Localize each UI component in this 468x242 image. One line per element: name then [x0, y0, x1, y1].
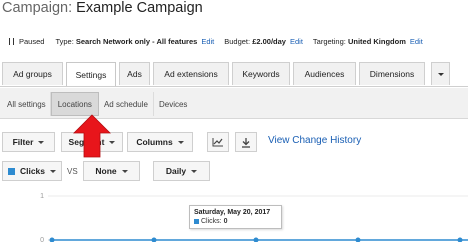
chevron-down-icon: [121, 169, 128, 173]
compare-label: None: [95, 166, 117, 176]
chevron-down-icon: [38, 140, 45, 144]
tooltip-date: Saturday, May 20, 2017: [194, 209, 271, 216]
filter-button[interactable]: Filter: [2, 132, 55, 152]
page-title: Campaign: Example Campaign: [2, 0, 203, 17]
subtab-locations[interactable]: Locations: [50, 92, 99, 116]
subtab-ad-schedule[interactable]: Ad schedule: [99, 92, 154, 116]
tab-audiences[interactable]: Audiences: [293, 62, 356, 85]
subtab-devices[interactable]: Devices: [154, 92, 192, 116]
y-tick-label-min: 0: [40, 237, 44, 242]
chart-toggle-button[interactable]: [207, 132, 229, 152]
data-point[interactable]: [253, 237, 259, 242]
campaign-label: Campaign:: [2, 0, 73, 16]
campaign-info-row: Paused Type: Search Network only - All f…: [9, 35, 423, 47]
data-point[interactable]: [457, 237, 463, 242]
metric-select[interactable]: Clicks: [2, 161, 62, 181]
series-clicks: [49, 237, 468, 242]
tab-dimensions[interactable]: Dimensions: [359, 62, 425, 85]
type-value: Search Network only - All features: [75, 36, 198, 46]
tooltip-metric-label: Clicks:: [201, 218, 222, 225]
download-icon: [242, 137, 250, 148]
pause-icon: [9, 37, 14, 45]
vs-label: VS: [67, 167, 78, 176]
tabs-divider: [0, 86, 468, 87]
metric-label: Clicks: [19, 166, 46, 176]
interval-select[interactable]: Daily: [153, 161, 210, 181]
type-edit-link[interactable]: Edit: [201, 37, 214, 46]
tab-ad-extensions[interactable]: Ad extensions: [153, 62, 229, 85]
data-point[interactable]: [151, 237, 157, 242]
chevron-down-icon: [50, 169, 57, 173]
tab-keywords[interactable]: Keywords: [232, 62, 290, 85]
tooltip-series-swatch: [194, 218, 199, 224]
targeting-edit-link[interactable]: Edit: [410, 37, 423, 46]
tab-ads[interactable]: Ads: [119, 62, 150, 85]
chevron-down-icon: [191, 169, 198, 173]
budget-value: £2.00/day: [252, 36, 286, 46]
chevron-down-icon: [177, 140, 184, 144]
status-text: Paused: [19, 36, 45, 46]
annotation-arrow: [73, 114, 111, 158]
targeting-label: Targeting:: [312, 36, 346, 46]
filter-label: Filter: [12, 137, 34, 147]
tabs-more-button[interactable]: [431, 62, 450, 85]
series-color-swatch: [7, 167, 15, 175]
tab-ad-groups[interactable]: Ad groups: [2, 62, 63, 85]
columns-button[interactable]: Columns: [127, 132, 193, 152]
budget-label: Budget:: [224, 36, 251, 46]
targeting-value: United Kingdom: [347, 36, 406, 46]
tooltip-metric-value: 0: [223, 218, 228, 225]
download-button[interactable]: [235, 132, 257, 152]
y-tick-label-max: 1: [40, 193, 44, 200]
settings-subtabs: All settings Locations Ad schedule Devic…: [3, 92, 192, 116]
view-change-history-link[interactable]: View Change History: [268, 135, 361, 146]
chevron-down-icon: [437, 72, 444, 76]
data-point[interactable]: [49, 237, 55, 242]
tooltip-metric-row: Clicks: 0: [194, 217, 277, 227]
campaign-name: Example Campaign: [76, 0, 203, 16]
compare-metric-select[interactable]: None: [83, 161, 140, 181]
subtab-all-settings[interactable]: All settings: [3, 92, 51, 116]
tab-settings[interactable]: Settings: [66, 62, 116, 87]
columns-label: Columns: [136, 137, 173, 147]
type-label: Type:: [55, 36, 74, 46]
line-chart-icon: [212, 138, 223, 147]
data-point[interactable]: [355, 237, 361, 242]
interval-label: Daily: [165, 166, 187, 176]
chart-tooltip: Saturday, May 20, 2017 Clicks: 0: [189, 205, 282, 229]
budget-edit-link[interactable]: Edit: [290, 37, 303, 46]
main-tabs: Ad groups Settings Ads Ad extensions Key…: [2, 62, 453, 87]
